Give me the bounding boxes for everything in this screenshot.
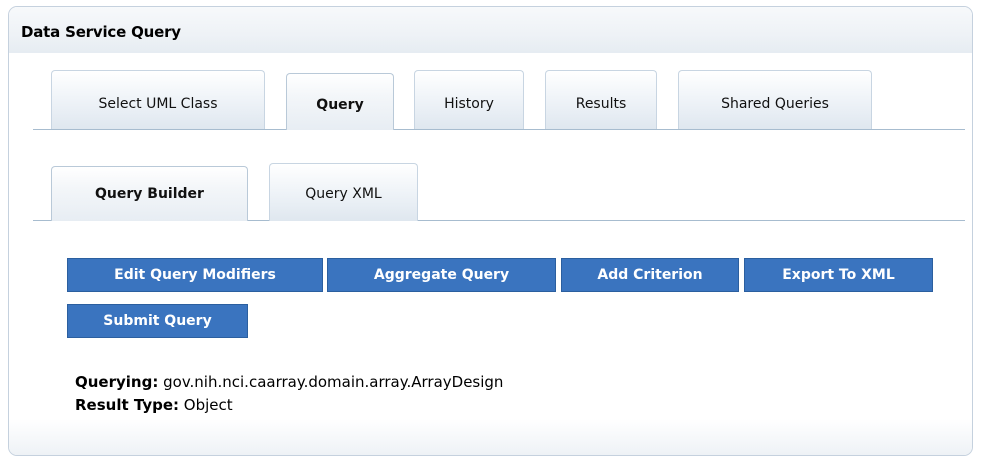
tab-label: Results xyxy=(575,96,627,112)
tab-history[interactable]: History xyxy=(414,70,524,129)
main-tab-baseline xyxy=(33,129,965,130)
tab-query-xml[interactable]: Query XML xyxy=(269,163,418,221)
tab-label: Select UML Class xyxy=(98,96,218,112)
result-type-label: Result Type: xyxy=(75,396,180,414)
tab-label: History xyxy=(444,96,494,112)
tab-label: Query XML xyxy=(305,186,382,202)
tab-query-builder[interactable]: Query Builder xyxy=(51,166,248,221)
data-service-query-panel: Data Service Query Select UML Class Quer… xyxy=(8,6,973,456)
submit-query-button[interactable]: Submit Query xyxy=(67,304,248,338)
tab-label: Query xyxy=(316,97,364,113)
tab-label: Shared Queries xyxy=(721,96,829,112)
tab-label: Query Builder xyxy=(95,186,204,202)
tab-query[interactable]: Query xyxy=(286,73,394,130)
export-to-xml-button[interactable]: Export To XML xyxy=(744,258,933,292)
panel-header: Data Service Query xyxy=(9,7,972,53)
tab-select-uml-class[interactable]: Select UML Class xyxy=(51,70,265,129)
querying-value: gov.nih.nci.caarray.domain.array.ArrayDe… xyxy=(163,373,504,391)
panel-footer xyxy=(9,419,972,455)
querying-line: Querying: gov.nih.nci.caarray.domain.arr… xyxy=(75,373,503,391)
result-type-line: Result Type: Object xyxy=(75,396,233,414)
edit-query-modifiers-button[interactable]: Edit Query Modifiers xyxy=(67,258,323,292)
add-criterion-button[interactable]: Add Criterion xyxy=(561,258,739,292)
result-type-value: Object xyxy=(183,396,233,414)
tab-results[interactable]: Results xyxy=(545,70,657,129)
tab-shared-queries[interactable]: Shared Queries xyxy=(678,70,872,129)
aggregate-query-button[interactable]: Aggregate Query xyxy=(327,258,556,292)
querying-label: Querying: xyxy=(75,373,159,391)
panel-title: Data Service Query xyxy=(21,23,181,41)
